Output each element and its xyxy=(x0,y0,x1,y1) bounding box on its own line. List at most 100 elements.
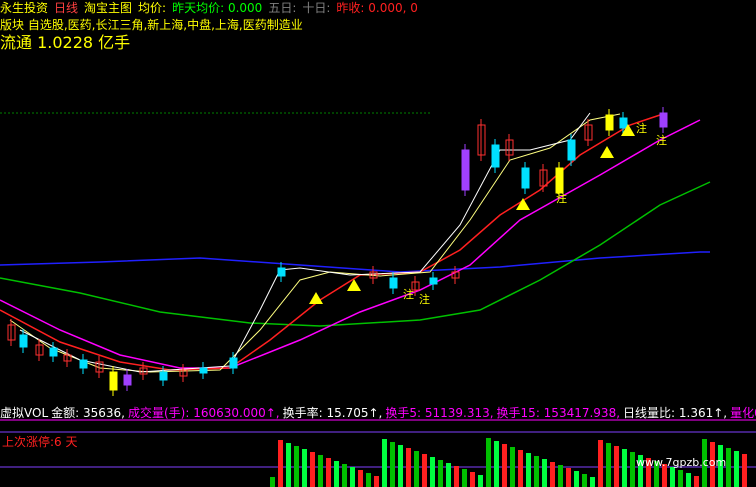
volume-bar xyxy=(446,463,451,487)
candle-body xyxy=(159,371,168,381)
volume-bar xyxy=(270,477,275,487)
candle-body xyxy=(19,334,28,348)
candle-body xyxy=(659,112,668,128)
volume-bar xyxy=(286,443,291,487)
volume-bar xyxy=(670,467,675,487)
note-label: 注 xyxy=(403,287,414,301)
candle-body xyxy=(567,139,576,161)
prev-close: 昨收: 0.000, 0 xyxy=(336,1,418,15)
volume-bar xyxy=(462,469,467,487)
avg-price-label: 均价: xyxy=(138,1,167,15)
ma-white-line xyxy=(19,112,591,373)
volume-bar xyxy=(678,470,683,487)
volume-bar xyxy=(414,451,419,487)
vol-turnover5: 换手5: 51139.313, xyxy=(385,406,494,420)
volume-bar xyxy=(430,457,435,487)
volume-bar xyxy=(590,477,595,487)
candle-body xyxy=(123,374,132,386)
buy-signal-triangle xyxy=(600,146,614,158)
volume-bar xyxy=(494,441,499,487)
volume-bar xyxy=(350,467,355,487)
candle-body xyxy=(555,167,564,194)
note-label: 注 xyxy=(556,191,567,205)
candle-body xyxy=(605,114,614,131)
volume-bar xyxy=(318,455,323,487)
last-limit-up: 上次涨停:6 天 xyxy=(2,435,78,449)
buy-signal-triangle xyxy=(347,279,361,291)
volume-bar xyxy=(526,453,531,487)
volume-bar xyxy=(686,473,691,487)
volume-bar xyxy=(406,448,411,487)
volume-bar xyxy=(438,460,443,487)
volume-bar xyxy=(294,446,299,487)
volume-bar xyxy=(582,474,587,487)
volume-bar xyxy=(694,476,699,487)
candle-body xyxy=(389,277,398,289)
volume-bar xyxy=(478,475,483,487)
vol-title: 虚拟VOL xyxy=(0,406,49,420)
candle-body xyxy=(461,149,470,191)
volume-bar xyxy=(742,454,747,487)
volume-bar xyxy=(454,466,459,487)
ten-day-label: 十日: xyxy=(302,1,331,15)
five-day-label: 五日: xyxy=(268,1,297,15)
volume-bar xyxy=(510,447,515,487)
candle-body xyxy=(199,367,208,374)
volume-bar xyxy=(630,452,635,487)
volume-bar xyxy=(598,440,603,487)
volume-bar xyxy=(358,470,363,487)
float-shares: 流通 1.0228 亿手 xyxy=(0,33,131,52)
volume-bar xyxy=(334,461,339,487)
candle-body xyxy=(229,357,238,369)
volume-bar xyxy=(534,456,539,487)
volume-bar xyxy=(574,471,579,487)
vol-ratio: 日线量比: 1.361↑, xyxy=(623,406,728,420)
vol-turnover15: 换手15: 153417.938, xyxy=(496,406,621,420)
volume-bar xyxy=(342,464,347,487)
volume-bar xyxy=(470,472,475,487)
title-bar: 永生投资 日线 淘宝主图 均价: 昨天均价: 0.000 五日: 十日: 昨收: 0.000,… xyxy=(0,0,756,16)
ma-green-line xyxy=(0,181,711,327)
ma-magenta-line xyxy=(0,119,701,369)
note-label: 注 xyxy=(419,292,430,306)
candle-body xyxy=(491,144,500,168)
volume-bar xyxy=(366,473,371,487)
indicator-name[interactable]: 淘宝主图 xyxy=(84,1,132,15)
candle-body xyxy=(619,117,628,129)
candle-body xyxy=(277,267,286,277)
volume-bar xyxy=(422,454,427,487)
volume-bar xyxy=(622,449,627,487)
note-label: 注 xyxy=(636,121,647,135)
candle-body xyxy=(429,277,438,285)
volume-bar xyxy=(518,450,523,487)
volume-bar xyxy=(606,443,611,487)
volume-bar xyxy=(374,476,379,487)
ma-blue-line xyxy=(0,251,710,273)
candle-body xyxy=(521,167,530,189)
watermark: www.7gpzb.com xyxy=(636,456,727,469)
period-label[interactable]: 日线 xyxy=(54,1,78,15)
volume-bar xyxy=(398,445,403,487)
volume-bar xyxy=(502,444,507,487)
sector-value: 自选股,医药,长江三角,新上海,中盘,上海,医药制造业 xyxy=(27,18,303,32)
sector-label: 版块 xyxy=(0,18,25,32)
volume-bar xyxy=(486,438,491,487)
volume-bar xyxy=(382,439,387,487)
volume-bar xyxy=(390,442,395,487)
note-label: 注 xyxy=(656,133,667,147)
volume-bar xyxy=(542,459,547,487)
volume-bar xyxy=(734,451,739,487)
volume-bar xyxy=(302,449,307,487)
candle-body xyxy=(79,359,88,369)
volume-bar xyxy=(550,462,555,487)
vol-ratio2: 量化05 xyxy=(730,406,756,420)
volume-bar xyxy=(326,458,331,487)
volume-bar xyxy=(614,446,619,487)
volume-indicator-bar: 虚拟VOL 金额: 35636, 成交量(手): 160630.000↑, 换手率: … xyxy=(0,405,756,421)
candle-body xyxy=(109,371,118,391)
volume-bar xyxy=(278,440,283,487)
volume-bar xyxy=(566,468,571,487)
sector-line: 版块 自选股,医药,长江三角,新上海,中盘,上海,医药制造业 xyxy=(0,17,303,33)
vol-volume: 成交量(手): 160630.000↑, xyxy=(128,406,280,420)
yesterday-avg: 昨天均价: 0.000 xyxy=(172,1,263,15)
